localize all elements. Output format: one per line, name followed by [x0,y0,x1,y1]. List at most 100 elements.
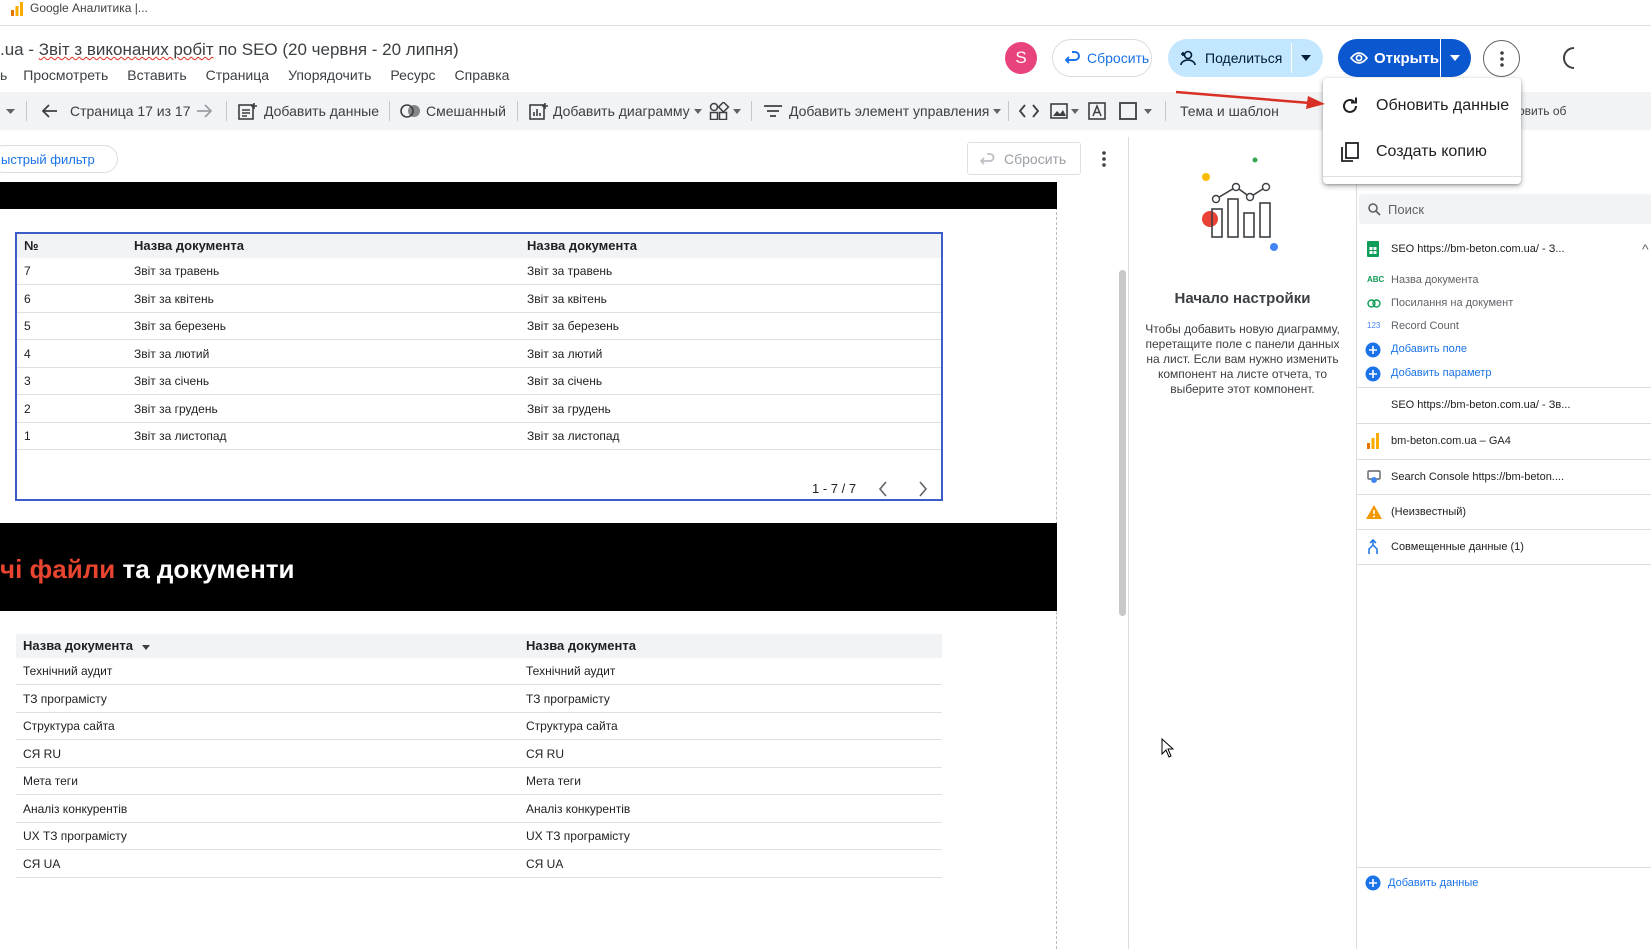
avatar[interactable]: S [1005,42,1037,74]
arrow-right-icon[interactable] [196,103,212,119]
column-header-doc-name[interactable]: Назва документа [527,234,637,258]
data-search-box[interactable]: Поиск [1359,194,1651,224]
report-title[interactable]: .ua - Звіт з виконаних робіт по SEO (20 … [0,40,459,60]
shape-icon[interactable] [1119,102,1137,120]
add-person-icon [1180,50,1196,66]
quick-filter-chip[interactable]: ыстрый фильтр [0,145,118,173]
column-header-number[interactable]: № [24,234,39,258]
reports-table[interactable]: № Назва документа Назва документа 7 Звіт … [15,232,943,501]
chevron-right-icon[interactable] [918,481,928,497]
sort-desc-icon [141,645,150,650]
warning-icon [1366,505,1382,519]
open-button[interactable]: Открыть [1338,39,1471,77]
arrow-left-icon[interactable] [42,103,58,119]
filter-control-icon [764,105,782,117]
data-source-search-console[interactable]: Search Console https://bm-beton.... [1357,467,1651,489]
menu-item-insert[interactable]: Вставить [127,67,186,83]
add-control-button[interactable]: Добавить элемент управления [763,92,1002,130]
table-row[interactable]: 4 Звіт за лютий Звіт за лютий [17,341,941,368]
data-source-blended[interactable]: Совмещенные данные (1) [1357,537,1651,559]
data-source-ga4[interactable]: bm-beton.com.ua – GA4 [1357,431,1651,453]
table-cell: UX ТЗ програмісту [23,829,127,843]
report-page: № Назва документа Назва документа 7 Звіт … [0,182,1057,949]
browser-tab-strip: Google Аналитика |... [0,0,1651,26]
table-cell: СЯ RU [23,746,61,761]
table-cell: UX ТЗ програмісту [526,829,630,843]
table-row[interactable]: 7 Звіт за травень Звіт за травень [17,258,941,285]
number-type-icon: 123 [1367,321,1381,330]
setup-title: Начало настройки [1174,290,1311,307]
divider [1357,564,1651,565]
search-icon [1368,203,1381,216]
table-row[interactable]: СЯ UA СЯ UA [16,851,942,878]
add-chart-button[interactable]: Добавить диаграмму [529,92,702,130]
share-button[interactable]: Поделиться [1168,39,1323,77]
menu-item-help[interactable]: Справка [455,67,510,83]
table-row[interactable]: 1 Звіт за листопад Звіт за листопад [17,423,941,450]
menu-item-page[interactable]: Страница [206,67,269,83]
menu-item-view[interactable]: Просмотреть [23,67,108,83]
canvas-reset-button[interactable]: Сбросить [967,142,1081,175]
code-icon[interactable] [1019,103,1039,119]
blend-button[interactable]: Смешанный [400,92,506,130]
toolbar-cut-button[interactable]: овить об [1518,92,1566,130]
column-header-doc-name[interactable]: Назва документа [134,234,244,258]
table-cell: Технічний аудит [23,664,113,678]
chevron-down-icon [733,108,741,114]
table-row[interactable]: Аналіз конкурентів Аналіз конкурентів [16,796,942,823]
table-cell: Звіт за квітень [527,291,607,306]
analytics-icon [11,2,23,16]
divider [1357,387,1651,388]
documents-table[interactable]: Назва документа Назва документа Технічни… [16,634,942,879]
image-icon[interactable] [1050,103,1068,119]
menu-item-arrange[interactable]: Упорядочить [288,67,371,83]
column-header-doc-name[interactable]: Назва документа [23,634,150,658]
community-viz-button[interactable] [709,92,741,130]
chevron-down-icon[interactable] [1071,109,1079,114]
chevron-down-icon[interactable] [1301,55,1311,61]
table-row[interactable]: 2 Звіт за грудень Звіт за грудень [17,396,941,423]
column-header-doc-name[interactable]: Назва документа [526,634,636,658]
data-source-seo-sheet[interactable]: SEO https://bm-beton.com.ua/ - З... ^ [1357,237,1651,263]
section-banner: чі файли та документи [0,523,1057,611]
menu-refresh-data[interactable]: Обновить данные [1323,84,1521,128]
table-cell: СЯ UA [23,856,61,871]
pagination-label: 1 - 7 / 7 [812,481,857,496]
chevron-down-icon[interactable] [1144,109,1152,114]
menu-item-cut[interactable]: ь [0,67,7,83]
chevron-down-icon[interactable] [1450,55,1460,61]
text-box-icon[interactable] [1088,102,1106,120]
text-type-icon: ABC [1367,275,1385,284]
data-source-unknown[interactable]: (Неизвестный) [1357,502,1651,524]
collapse-icon[interactable]: ^ [1642,241,1649,257]
toolbar-divider [26,101,27,121]
toolbar-divider [1165,101,1166,121]
chevron-left-icon[interactable] [878,481,888,497]
more-vert-icon[interactable] [1102,151,1106,167]
reset-button[interactable]: Сбросить [1052,39,1152,77]
table-cell: 7 [24,264,31,278]
more-options-button[interactable] [1483,40,1520,77]
menu-item-resource[interactable]: Ресурс [390,67,435,83]
table-row[interactable]: Мета теги Мета теги [16,768,942,795]
add-data-button[interactable]: Добавить данные [238,92,379,130]
table-row[interactable]: Технічний аудит Технічний аудит [16,658,942,685]
table-cell: Мета теги [526,774,581,788]
table-row[interactable]: UX ТЗ програмісту UX ТЗ програмісту [16,823,942,850]
more-vert-icon [1499,50,1504,67]
menu-make-copy[interactable]: Создать копию [1323,130,1521,174]
table-cell: Аналіз конкурентів [526,801,631,816]
table-cell: 4 [24,346,31,361]
table-row[interactable]: 6 Звіт за квітень Звіт за квітень [17,286,941,313]
table-row[interactable]: СЯ RU СЯ RU [16,741,942,768]
chevron-down-icon[interactable] [6,109,15,114]
table-row[interactable]: 5 Звіт за березень Звіт за березень [17,313,941,340]
table-cell: Звіт за квітень [134,291,214,306]
table-cell: 2 [24,401,31,416]
table-row[interactable]: ТЗ програмісту ТЗ програмісту [16,686,942,713]
browser-tab-title[interactable]: Google Аналитика |... [30,1,148,15]
divider [1357,423,1651,424]
table-row[interactable]: 3 Звіт за січень Звіт за січень [17,368,941,395]
table-row[interactable]: Структура сайта Структура сайта [16,713,942,740]
canvas-scrollbar[interactable] [1119,270,1126,616]
